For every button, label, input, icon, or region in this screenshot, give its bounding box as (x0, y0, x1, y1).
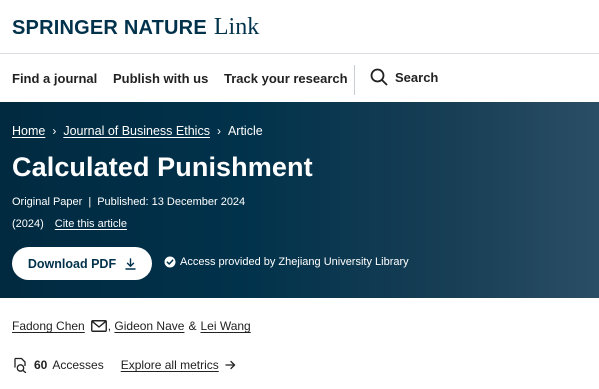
access-provided-text: Access provided by Zhejiang University L… (180, 256, 409, 268)
chevron-right-icon: › (52, 124, 57, 138)
search-button[interactable]: Search (370, 68, 438, 86)
author-joiner: & (188, 319, 197, 333)
accesses-label: Accesses (52, 358, 104, 372)
chevron-right-icon: › (216, 124, 221, 138)
accesses-count: 60 (34, 358, 48, 372)
main-nav: Find a journal Publish with us Track you… (0, 55, 599, 102)
download-icon (125, 257, 136, 270)
check-circle-icon (164, 256, 176, 268)
author-separator-comma: , (107, 319, 115, 333)
accesses-icon (14, 357, 27, 373)
breadcrumb: Home › Journal of Business Ethics › Arti… (12, 124, 263, 138)
logo-suffix-text: Link (213, 14, 260, 40)
breadcrumb-home[interactable]: Home (12, 124, 45, 138)
search-icon (370, 68, 388, 86)
author-fadong-chen[interactable]: Fadong Chen (12, 319, 85, 333)
explore-metrics-link[interactable]: Explore all metrics (121, 358, 236, 372)
author-lei-wang[interactable]: Lei Wang (200, 319, 250, 333)
cite-this-article-link[interactable]: Cite this article (55, 218, 127, 230)
author-list: Fadong Chen , Gideon Nave & Lei Wang (12, 319, 251, 333)
mail-icon[interactable] (90, 320, 107, 332)
arrow-right-icon (225, 360, 235, 370)
breadcrumb-journal[interactable]: Journal of Business Ethics (63, 124, 210, 138)
article-title: Calculated Punishment (12, 152, 313, 182)
article-hero: Home › Journal of Business Ethics › Arti… (0, 102, 599, 298)
springer-nature-link-logo[interactable]: SPRINGER NATURE Link (12, 14, 259, 41)
published-date: Published: 13 December 2024 (97, 196, 246, 208)
article-type: Original Paper (12, 196, 83, 208)
download-pdf-label: Download PDF (27, 256, 117, 271)
nav-find-journal[interactable]: Find a journal (12, 71, 97, 86)
breadcrumb-current: Article (227, 124, 263, 138)
article-metrics: 60 Accesses Explore all metrics (12, 357, 236, 373)
explore-metrics-label: Explore all metrics (120, 358, 219, 372)
site-header: SPRINGER NATURE Link (0, 0, 599, 54)
article-year: (2024) (12, 218, 44, 230)
article-meta: Original Paper | Published: 13 December … (12, 196, 245, 208)
access-provided-notice: Access provided by Zhejiang University L… (164, 256, 409, 268)
download-pdf-button[interactable]: Download PDF (12, 247, 152, 280)
nav-track-research[interactable]: Track your research (224, 71, 348, 86)
nav-divider (354, 65, 355, 95)
search-label: Search (395, 69, 439, 85)
article-citation-row: (2024) Cite this article (12, 218, 127, 230)
nav-publish-with-us[interactable]: Publish with us (113, 71, 208, 86)
author-gideon-nave[interactable]: Gideon Nave (114, 319, 184, 333)
logo-brand-text: SPRINGER NATURE (12, 17, 207, 39)
meta-separator: | (88, 196, 92, 208)
